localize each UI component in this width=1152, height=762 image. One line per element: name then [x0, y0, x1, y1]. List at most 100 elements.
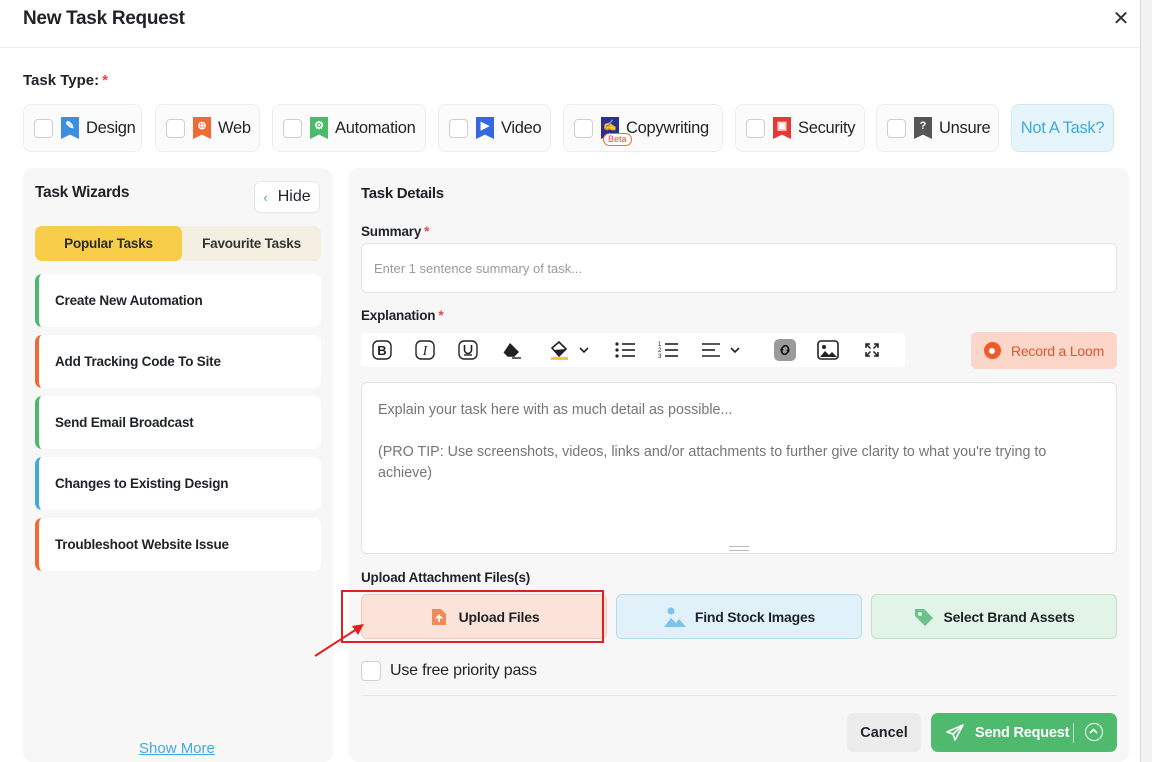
- task-type-automation[interactable]: ⚙ Automation: [272, 104, 426, 152]
- task-type-design[interactable]: ✎ Design: [23, 104, 142, 152]
- svg-text:B: B: [377, 343, 386, 358]
- explanation-label: Explanation *: [361, 308, 444, 323]
- eraser-icon[interactable]: [500, 333, 524, 367]
- wizard-tabs: Popular Tasks Favourite Tasks: [35, 226, 321, 261]
- wizard-item-troubleshoot-website[interactable]: Troubleshoot Website Issue: [35, 518, 321, 571]
- task-type-label-unsure: Unsure: [939, 118, 991, 137]
- design-checkbox[interactable]: [34, 118, 53, 138]
- record-loom-label: Record a Loom: [1010, 342, 1105, 359]
- gear-icon: ⚙: [310, 117, 328, 139]
- hide-label: Hide: [277, 188, 311, 205]
- task-type-unsure[interactable]: ? Unsure: [876, 104, 999, 152]
- bold-icon[interactable]: B: [371, 333, 393, 367]
- select-brand-assets-label: Select Brand Assets: [943, 608, 1075, 625]
- chevron-left-icon: ‹: [263, 189, 268, 205]
- chevron-up-circle-icon[interactable]: [1085, 723, 1103, 741]
- automation-checkbox[interactable]: [283, 118, 302, 138]
- send-request-label: Send Request: [975, 724, 1070, 741]
- explanation-label-text: Explanation: [361, 308, 436, 323]
- required-mark: *: [102, 72, 108, 89]
- task-type-label-security: Security: [798, 118, 856, 137]
- underline-icon[interactable]: [457, 333, 479, 367]
- tab-favourite-tasks[interactable]: Favourite Tasks: [182, 226, 321, 261]
- required-mark: *: [424, 224, 430, 239]
- not-a-task-button[interactable]: Not A Task?: [1011, 104, 1114, 152]
- brand-tag-icon: [915, 608, 934, 626]
- video-camera-icon: ▶: [476, 117, 494, 139]
- question-icon: ?: [914, 117, 932, 139]
- explanation-textarea[interactable]: [361, 382, 1117, 554]
- tab-popular-tasks[interactable]: Popular Tasks: [35, 226, 182, 261]
- numbered-list-icon[interactable]: 123: [657, 333, 679, 367]
- footer-divider: [361, 695, 1117, 696]
- task-details-title: Task Details: [361, 185, 444, 202]
- globe-icon: ⊕: [193, 117, 211, 139]
- priority-pass-checkbox-row[interactable]: Use free priority pass: [361, 661, 537, 681]
- required-mark: *: [438, 308, 444, 323]
- task-type-label-design: Design: [86, 118, 136, 137]
- upload-files-label: Upload Files: [458, 608, 540, 625]
- lock-icon: ▣: [773, 117, 791, 139]
- task-type-label-automation: Automation: [335, 118, 416, 137]
- expand-icon[interactable]: [861, 333, 883, 367]
- upload-files-button[interactable]: Upload Files: [361, 594, 607, 639]
- paper-plane-icon: [946, 723, 964, 741]
- wizard-item-changes-existing-design[interactable]: Changes to Existing Design: [35, 457, 321, 510]
- image-icon[interactable]: [817, 333, 839, 367]
- task-type-label-copywriting: Copywriting: [626, 118, 709, 137]
- task-type-label-text: Task Type:: [23, 72, 100, 89]
- task-type-video[interactable]: ▶ Video: [438, 104, 551, 152]
- link-icon[interactable]: [774, 333, 796, 367]
- task-type-web[interactable]: ⊕ Web: [155, 104, 260, 152]
- wizard-item-send-email-broadcast[interactable]: Send Email Broadcast: [35, 396, 321, 449]
- svg-text:I: I: [422, 344, 429, 359]
- record-icon: [983, 342, 1001, 359]
- summary-label-text: Summary: [361, 224, 422, 239]
- task-type-label-video: Video: [501, 118, 542, 137]
- beta-badge: Beta: [603, 133, 632, 146]
- send-divider: [1073, 723, 1074, 743]
- send-request-button[interactable]: Send Request: [931, 713, 1117, 752]
- priority-pass-checkbox[interactable]: [361, 661, 381, 681]
- stock-image-icon: [663, 607, 686, 627]
- hide-button[interactable]: ‹ Hide: [254, 181, 320, 213]
- web-checkbox[interactable]: [166, 118, 185, 138]
- copywriting-checkbox[interactable]: [574, 118, 593, 138]
- find-stock-images-label: Find Stock Images: [694, 608, 816, 625]
- cancel-button[interactable]: Cancel: [847, 713, 921, 752]
- align-dropdown[interactable]: [700, 333, 744, 367]
- summary-label: Summary *: [361, 224, 429, 239]
- unsure-checkbox[interactable]: [887, 118, 906, 138]
- annotation-arrow-icon: [314, 624, 364, 657]
- wizard-item-add-tracking-code[interactable]: Add Tracking Code To Site: [35, 335, 321, 388]
- svg-text:3: 3: [658, 354, 662, 360]
- security-checkbox[interactable]: [746, 118, 765, 138]
- find-stock-images-button[interactable]: Find Stock Images: [616, 594, 862, 639]
- record-loom-button[interactable]: Record a Loom: [971, 332, 1117, 369]
- bullet-list-icon[interactable]: [614, 333, 636, 367]
- new-task-modal: New Task Request ✕ Task Type: * ✎ Design …: [0, 0, 1140, 762]
- wizard-item-create-new-automation[interactable]: Create New Automation: [35, 274, 321, 327]
- select-brand-assets-button[interactable]: Select Brand Assets: [871, 594, 1117, 639]
- task-wizards-panel: Task Wizards ‹ Hide Popular Tasks Favouri…: [23, 168, 333, 762]
- priority-pass-label: Use free priority pass: [390, 662, 537, 679]
- task-type-security[interactable]: ▣ Security: [735, 104, 865, 152]
- task-type-label-web: Web: [218, 118, 251, 137]
- upload-label: Upload Attachment Files(s): [361, 570, 531, 585]
- summary-input[interactable]: [361, 243, 1117, 293]
- video-checkbox[interactable]: [449, 118, 468, 138]
- close-icon[interactable]: ✕: [1111, 8, 1131, 30]
- task-type-copywriting[interactable]: ✍ Copywriting Beta: [563, 104, 723, 152]
- task-type-label: Task Type: *: [23, 72, 108, 89]
- task-wizards-title: Task Wizards: [35, 184, 130, 201]
- background-edge: [1140, 0, 1152, 762]
- fill-color-dropdown[interactable]: [547, 333, 593, 367]
- italic-icon[interactable]: I: [414, 333, 436, 367]
- upload-file-icon: [431, 608, 446, 625]
- task-details-panel: Task Details Summary* Explanation* B I: [349, 168, 1129, 762]
- show-more-link[interactable]: Show More: [139, 740, 215, 757]
- modal-title: New Task Request: [23, 8, 185, 29]
- pencil-icon: ✎: [61, 117, 79, 139]
- modal-header: New Task Request ✕: [0, 0, 1140, 48]
- resize-grip[interactable]: [729, 546, 749, 551]
